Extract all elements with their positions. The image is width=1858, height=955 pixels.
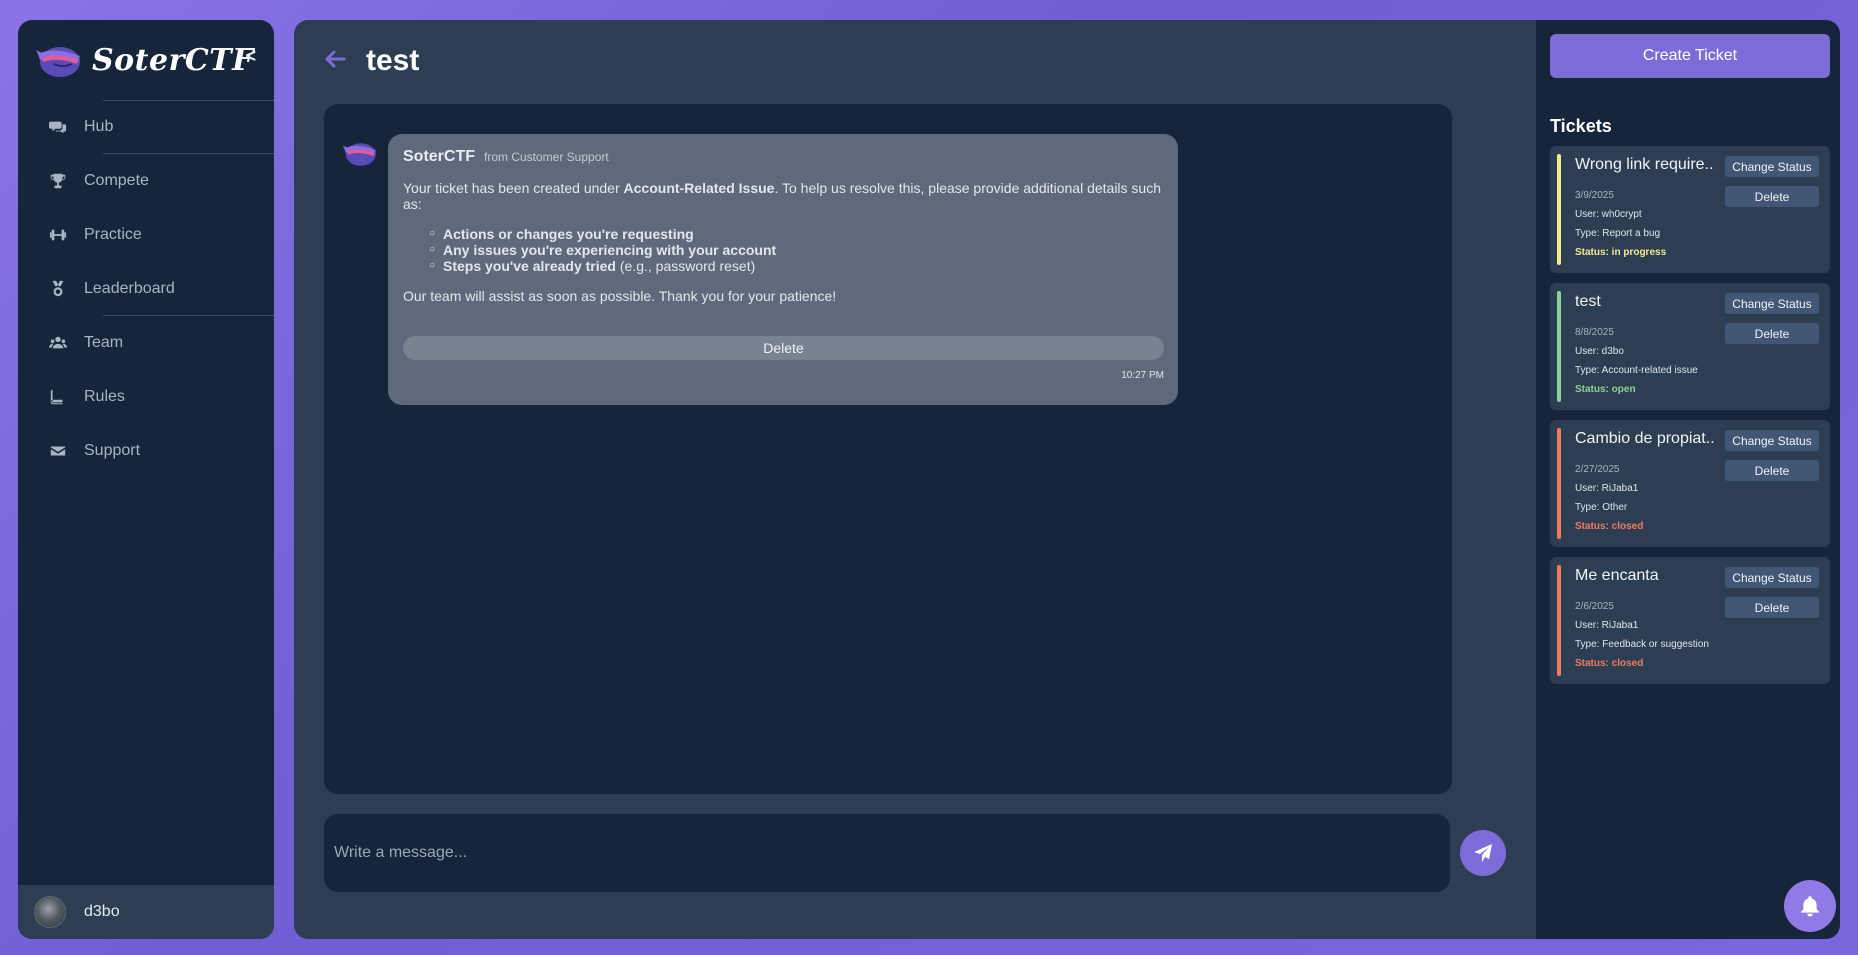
tickets-heading: Tickets — [1550, 116, 1612, 136]
delete-ticket-button[interactable]: Delete — [1725, 460, 1819, 481]
ticket-date: 3/9/2025 — [1575, 190, 1614, 201]
ticket-date: 2/6/2025 — [1575, 601, 1614, 612]
ticket-title: Wrong link require... — [1575, 156, 1715, 173]
brand[interactable]: SoterCTF < — [18, 20, 274, 101]
sidebar-item-label: Leaderboard — [84, 280, 175, 297]
change-status-button[interactable]: Change Status — [1725, 567, 1819, 588]
list-item: Steps you've already tried (e.g., passwo… — [429, 258, 1164, 274]
create-ticket-button[interactable]: Create Ticket — [1550, 34, 1830, 78]
sidebar-item-label: Hub — [84, 118, 114, 135]
message-text: Your ticket has been created under — [403, 180, 624, 196]
trophy-icon — [48, 171, 68, 191]
ticket-type: Type: Report a bug — [1575, 228, 1661, 239]
ticket-date: 2/27/2025 — [1575, 464, 1620, 475]
message-input[interactable] — [334, 833, 1414, 873]
page-title: test — [366, 44, 420, 77]
ticket-status: Status: in progress — [1575, 247, 1667, 258]
medal-icon — [48, 279, 68, 299]
list-item: Actions or changes you're requesting — [429, 226, 1164, 242]
ticket-status-bar — [1557, 291, 1561, 402]
sidebar-item-leaderboard[interactable]: Leaderboard — [18, 262, 274, 316]
sidebar-item-compete[interactable]: Compete — [18, 154, 274, 208]
change-status-button[interactable]: Change Status — [1725, 156, 1819, 177]
ticket-user: User: RiJaba1 — [1575, 620, 1639, 631]
message-timestamp: 10:27 PM — [1121, 370, 1164, 381]
page-header: test — [322, 44, 419, 78]
message-composer — [324, 814, 1450, 892]
sidebar-item-rules[interactable]: Rules — [18, 370, 274, 424]
book-icon — [48, 387, 68, 407]
ticket-type: Type: Account-related issue — [1575, 365, 1698, 376]
sidebar-item-label: Practice — [84, 226, 142, 243]
list-item: Any issues you're experiencing with your… — [429, 242, 1164, 258]
ticket-card[interactable]: Me encanta 2/6/2025 User: RiJaba1 Type: … — [1550, 557, 1830, 684]
change-status-button[interactable]: Change Status — [1725, 430, 1819, 451]
notifications-button[interactable] — [1784, 880, 1836, 932]
sidebar: SoterCTF < Hub Compete Practice Leaderbo… — [18, 20, 274, 939]
ticket-status: Status: closed — [1575, 658, 1644, 669]
brand-name: SoterCTF — [92, 42, 254, 78]
delete-ticket-button[interactable]: Delete — [1725, 597, 1819, 618]
user-profile[interactable]: d3bo — [18, 885, 274, 939]
ticket-status: Status: open — [1575, 384, 1636, 395]
ticket-user: User: wh0crypt — [1575, 209, 1642, 220]
message-bubble: SoterCTF from Customer Support Your tick… — [388, 134, 1178, 405]
change-status-button[interactable]: Change Status — [1725, 293, 1819, 314]
ticket-title: test — [1575, 293, 1601, 310]
message-header: SoterCTF from Customer Support — [403, 148, 1164, 166]
envelope-icon — [48, 441, 68, 461]
list-item-bold: Steps you've already tried — [443, 258, 616, 274]
ticket-title: Me encanta — [1575, 567, 1659, 584]
paper-plane-icon — [1474, 844, 1492, 862]
delete-message-button[interactable]: Delete — [403, 336, 1164, 360]
nav-menu: Hub Compete Practice Leaderboard Team Ru… — [18, 100, 274, 478]
ticket-type: Type: Feedback or suggestion — [1575, 639, 1709, 650]
ticket-title: Cambio de propiat... — [1575, 430, 1715, 447]
collapse-sidebar-button[interactable]: < — [245, 46, 256, 67]
back-arrow-icon[interactable] — [322, 46, 348, 77]
ticket-user: User: RiJaba1 — [1575, 483, 1639, 494]
sidebar-item-label: Compete — [84, 172, 149, 189]
bell-icon — [1801, 896, 1819, 917]
users-icon — [48, 333, 68, 353]
tickets-panel: Create Ticket Tickets Wrong link require… — [1536, 20, 1840, 939]
ninja-logo-icon — [36, 47, 80, 77]
sidebar-item-hub[interactable]: Hub — [18, 100, 274, 154]
ticket-card[interactable]: Wrong link require... 3/9/2025 User: wh0… — [1550, 146, 1830, 273]
ticket-card[interactable]: test 8/8/2025 User: d3bo Type: Account-r… — [1550, 283, 1830, 410]
ticket-status-bar — [1557, 565, 1561, 676]
ticket-status: Status: closed — [1575, 521, 1644, 532]
user-name: d3bo — [84, 903, 120, 920]
comments-icon — [48, 117, 68, 137]
ticket-conversation: test SoterCTF from Customer Support Your… — [294, 20, 1536, 939]
send-button[interactable] — [1460, 830, 1506, 876]
list-item-bold: Actions or changes you're requesting — [443, 226, 694, 242]
delete-ticket-button[interactable]: Delete — [1725, 323, 1819, 344]
sidebar-item-label: Team — [84, 334, 124, 351]
message-sender: SoterCTF — [403, 148, 475, 165]
ticket-type: Type: Other — [1575, 502, 1628, 513]
sidebar-item-label: Support — [84, 442, 141, 459]
list-item-bold: Any issues you're experiencing with your… — [443, 242, 777, 258]
sidebar-item-practice[interactable]: Practice — [18, 208, 274, 262]
message-source: from Customer Support — [484, 150, 609, 164]
issue-type: Account-Related Issue — [623, 180, 775, 196]
avatar — [34, 896, 66, 928]
ninja-logo-icon — [342, 143, 376, 166]
dumbbell-icon — [48, 225, 68, 245]
message-closing: Our team will assist as soon as possible… — [403, 288, 837, 304]
ticket-status-bar — [1557, 154, 1561, 265]
sidebar-item-label: Rules — [84, 388, 125, 405]
delete-ticket-button[interactable]: Delete — [1725, 186, 1819, 207]
sidebar-item-team[interactable]: Team — [18, 316, 274, 370]
ticket-card[interactable]: Cambio de propiat... 2/27/2025 User: RiJ… — [1550, 420, 1830, 547]
ticket-user: User: d3bo — [1575, 346, 1624, 357]
message-intro: Your ticket has been created under Accou… — [403, 180, 1164, 212]
message-list-items: Actions or changes you're requesting Any… — [429, 226, 1164, 274]
ticket-date: 8/8/2025 — [1575, 327, 1614, 338]
ticket-status-bar — [1557, 428, 1561, 539]
sidebar-item-support[interactable]: Support — [18, 424, 274, 478]
message-list[interactable]: SoterCTF from Customer Support Your tick… — [324, 104, 1452, 794]
list-item-text: (e.g., password reset) — [615, 258, 756, 274]
